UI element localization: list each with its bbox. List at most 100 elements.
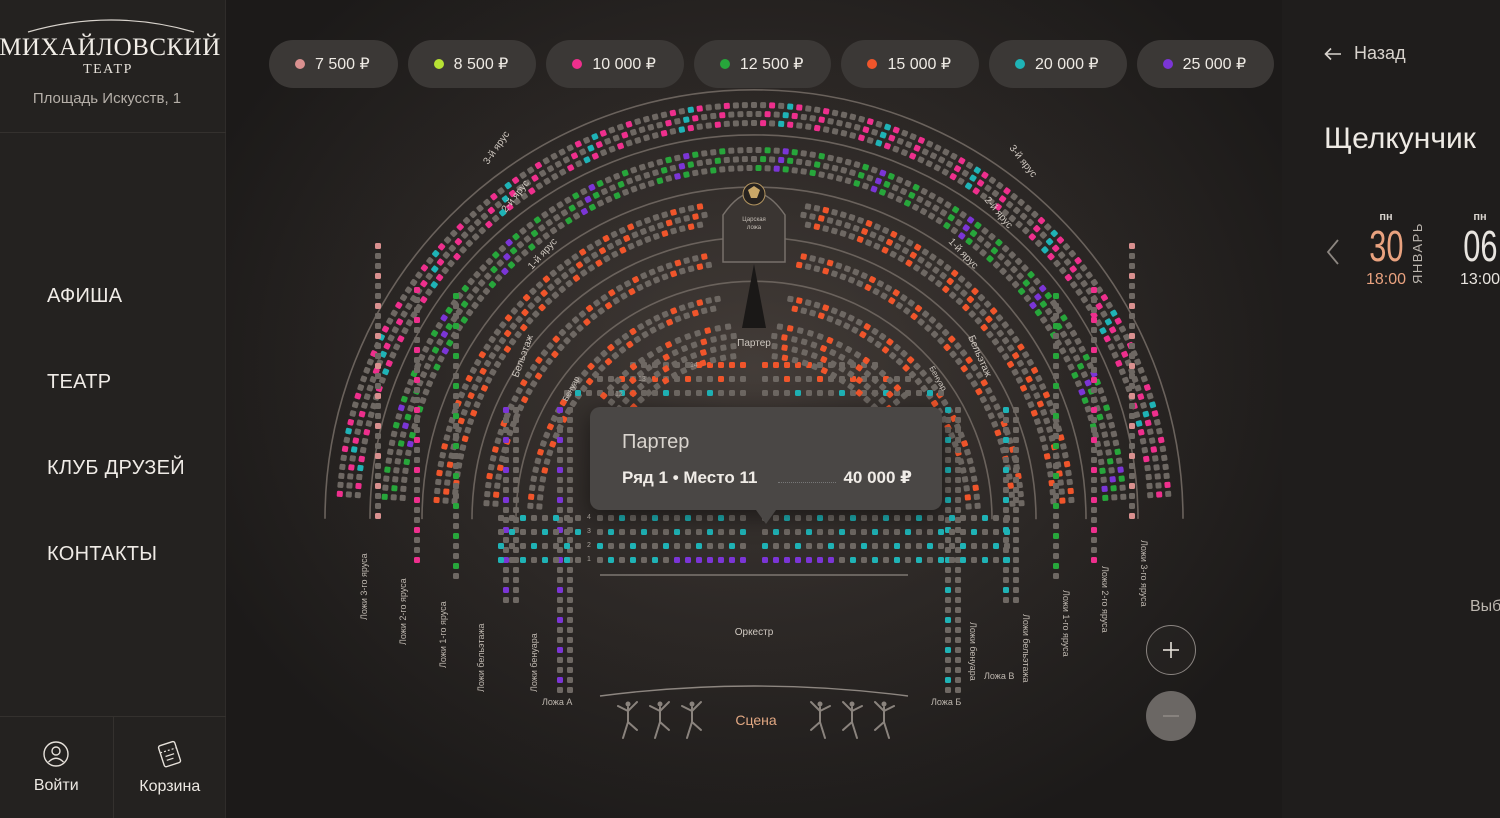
seat[interactable]	[828, 543, 834, 549]
seat[interactable]	[414, 427, 420, 433]
seat[interactable]	[955, 587, 961, 593]
seat[interactable]	[817, 376, 823, 382]
seat[interactable]	[453, 343, 459, 349]
seat[interactable]	[707, 390, 713, 396]
seat[interactable]	[1091, 307, 1097, 313]
seat[interactable]	[1053, 483, 1059, 489]
seat[interactable]	[567, 467, 573, 473]
seat[interactable]	[1003, 417, 1009, 423]
seat[interactable]	[1096, 449, 1103, 457]
seat[interactable]	[773, 362, 779, 368]
seat[interactable]	[718, 390, 724, 396]
seat[interactable]	[503, 497, 509, 503]
seat[interactable]	[883, 543, 889, 549]
seat[interactable]	[685, 376, 691, 382]
seat[interactable]	[1118, 475, 1125, 482]
seat[interactable]	[414, 347, 420, 353]
seat[interactable]	[1013, 567, 1019, 573]
seat[interactable]	[993, 515, 999, 521]
seat[interactable]	[692, 115, 699, 122]
seat[interactable]	[433, 496, 440, 504]
seat[interactable]	[955, 537, 961, 543]
seat[interactable]	[1129, 383, 1135, 389]
seat[interactable]	[337, 481, 344, 489]
seat[interactable]	[787, 103, 794, 110]
seat[interactable]	[741, 120, 748, 127]
seat[interactable]	[1053, 403, 1059, 409]
seat[interactable]	[955, 477, 961, 483]
seat[interactable]	[567, 647, 573, 653]
seat[interactable]	[557, 597, 563, 603]
seat[interactable]	[781, 334, 788, 341]
seat[interactable]	[567, 577, 573, 583]
seat[interactable]	[414, 297, 420, 303]
seat[interactable]	[718, 543, 724, 549]
logo[interactable]: МИХАЙЛОВСКИЙ ТЕАТР Площадь Искусств, 1	[0, 0, 226, 133]
price-filter-15000[interactable]: 15 000 ₽	[841, 40, 980, 88]
seat[interactable]	[396, 449, 403, 456]
seat[interactable]	[453, 393, 459, 399]
seat[interactable]	[955, 577, 961, 583]
seat[interactable]	[955, 627, 961, 633]
seat[interactable]	[729, 390, 735, 396]
seat[interactable]	[949, 557, 955, 563]
seat[interactable]	[1091, 387, 1097, 393]
seat[interactable]	[813, 124, 821, 132]
seat[interactable]	[955, 687, 961, 693]
seat[interactable]	[796, 122, 803, 129]
seat[interactable]	[1091, 477, 1097, 483]
seat[interactable]	[718, 362, 724, 368]
seat[interactable]	[818, 152, 825, 160]
seat[interactable]	[963, 485, 970, 492]
seat[interactable]	[746, 110, 753, 118]
seat[interactable]	[453, 523, 459, 529]
seat[interactable]	[1053, 373, 1059, 379]
seat[interactable]	[375, 393, 381, 399]
seat[interactable]	[1053, 293, 1059, 299]
seat[interactable]	[597, 543, 603, 549]
seat[interactable]	[492, 500, 499, 507]
seat[interactable]	[955, 647, 961, 653]
seat[interactable]	[805, 123, 812, 130]
seat[interactable]	[696, 159, 704, 167]
seat[interactable]	[945, 687, 951, 693]
seat[interactable]	[818, 171, 825, 178]
seat[interactable]	[498, 557, 504, 563]
seat[interactable]	[1110, 485, 1117, 492]
seat[interactable]	[806, 376, 812, 382]
seat[interactable]	[1058, 488, 1065, 495]
seat[interactable]	[839, 557, 845, 563]
seat[interactable]	[773, 111, 780, 118]
seat[interactable]	[705, 104, 712, 111]
seat[interactable]	[729, 557, 735, 563]
seat[interactable]	[1003, 577, 1009, 583]
seat[interactable]	[1053, 333, 1059, 339]
seat[interactable]	[564, 543, 570, 549]
seat[interactable]	[955, 457, 961, 463]
seat[interactable]	[1013, 437, 1019, 443]
seat[interactable]	[1153, 464, 1160, 471]
seat[interactable]	[414, 287, 420, 293]
seat[interactable]	[817, 557, 823, 563]
seat[interactable]	[493, 491, 500, 498]
seat[interactable]	[714, 325, 722, 332]
seat[interactable]	[352, 437, 360, 444]
seat[interactable]	[557, 627, 563, 633]
seat[interactable]	[359, 446, 367, 454]
seat[interactable]	[730, 343, 737, 350]
seat[interactable]	[531, 529, 537, 535]
seat[interactable]	[720, 334, 727, 341]
seat[interactable]	[575, 390, 581, 396]
seat[interactable]	[1091, 397, 1097, 403]
seat[interactable]	[1003, 507, 1009, 513]
seat[interactable]	[1105, 449, 1112, 456]
seat[interactable]	[760, 156, 767, 163]
seat[interactable]	[1053, 463, 1059, 469]
seat[interactable]	[718, 557, 724, 563]
seat[interactable]	[674, 557, 680, 563]
seat[interactable]	[557, 487, 563, 493]
seat[interactable]	[553, 543, 559, 549]
seat[interactable]	[641, 543, 647, 549]
seat[interactable]	[728, 165, 735, 172]
seat[interactable]	[1004, 515, 1010, 521]
